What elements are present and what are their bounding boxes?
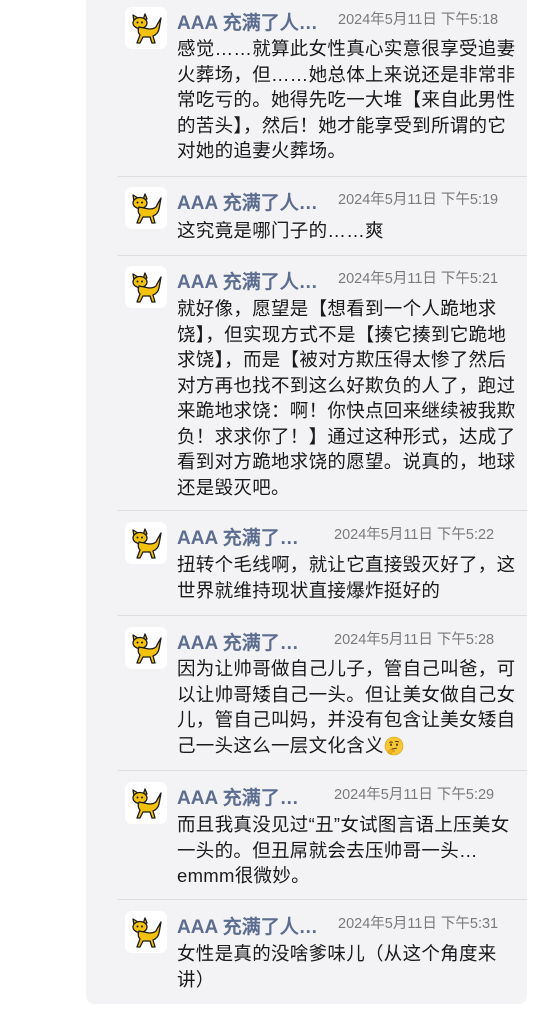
message-divider — [118, 770, 527, 771]
avatar[interactable] — [125, 7, 167, 49]
message-timestamp: 2024年5月11日 下午5:21 — [338, 271, 499, 287]
sender-name[interactable]: AAA 充满了人类… — [177, 628, 317, 655]
sender-name[interactable]: AAA 充满了人类… — [177, 783, 317, 810]
message-divider — [118, 615, 527, 616]
message-text: 这究竟是哪门子的……爽 — [177, 220, 384, 241]
avatar[interactable] — [125, 522, 167, 564]
sender-name[interactable]: AAA 充满了人类… — [177, 8, 332, 35]
sender-name[interactable]: AAA 充满了人类… — [177, 267, 332, 294]
cat-avatar-icon — [132, 272, 162, 303]
cat-avatar-icon — [132, 788, 162, 819]
chat-thread: AAA 充满了人类… 2024年5月11日 下午5:18 感觉……就算此女性真心… — [86, 0, 527, 1004]
avatar[interactable] — [125, 187, 167, 229]
message-timestamp: 2024年5月11日 下午5:22 — [334, 527, 495, 543]
message-timestamp: 2024年5月11日 下午5:31 — [338, 916, 499, 932]
cat-avatar-icon — [132, 193, 162, 224]
message-timestamp: 2024年5月11日 下午5:19 — [338, 192, 499, 208]
avatar[interactable] — [125, 782, 167, 824]
message-text-content: 因为让帅哥做自己儿子，管自己叫爸，可以让帅哥矮自己一头。但让美女做自己女儿，管自… — [177, 658, 516, 756]
message-divider — [118, 510, 527, 511]
cat-avatar-icon — [132, 917, 162, 948]
sender-name[interactable]: AAA 充满了人类… — [177, 523, 317, 550]
message-timestamp: 2024年5月11日 下午5:18 — [338, 12, 499, 28]
message-timestamp: 2024年5月11日 下午5:29 — [334, 787, 495, 803]
message-text: 而且我真没见过“丑”女试图言语上压美女一头的。但丑屌就会去压帅哥一头…emmm很… — [177, 814, 510, 886]
message-text: 因为让帅哥做自己儿子，管自己叫爸，可以让帅哥矮自己一头。但让美女做自己女儿，管自… — [177, 656, 517, 758]
message-divider — [118, 176, 527, 177]
message-timestamp: 2024年5月11日 下午5:28 — [334, 632, 495, 648]
avatar[interactable] — [125, 911, 167, 953]
cat-avatar-icon — [132, 528, 162, 559]
message-divider — [118, 899, 527, 900]
cat-avatar-icon — [132, 633, 162, 664]
avatar[interactable] — [125, 266, 167, 308]
message-text: 就好像，愿望是【想看到一个人跪地求饶】，但实现方式不是【揍它揍到它跪地求饶】，而… — [177, 298, 516, 498]
message-text: 感觉……就算此女性真心实意很享受追妻火葬场，但……她总体上来说还是非常非常吃亏的… — [177, 38, 516, 161]
thinking-face-emoji-icon — [384, 736, 404, 755]
message-text: 扭转个毛线啊，就让它直接毁灭好了，这世界就维持现状直接爆炸挺好的 — [177, 554, 516, 601]
avatar[interactable] — [125, 627, 167, 669]
message-text: 女性是真的没啥爹味儿（从这个角度来讲） — [177, 943, 497, 990]
cat-avatar-icon — [132, 13, 162, 44]
sender-name[interactable]: AAA 充满了人类… — [177, 912, 332, 939]
message-divider — [118, 255, 527, 256]
sender-name[interactable]: AAA 充满了人类… — [177, 188, 332, 215]
